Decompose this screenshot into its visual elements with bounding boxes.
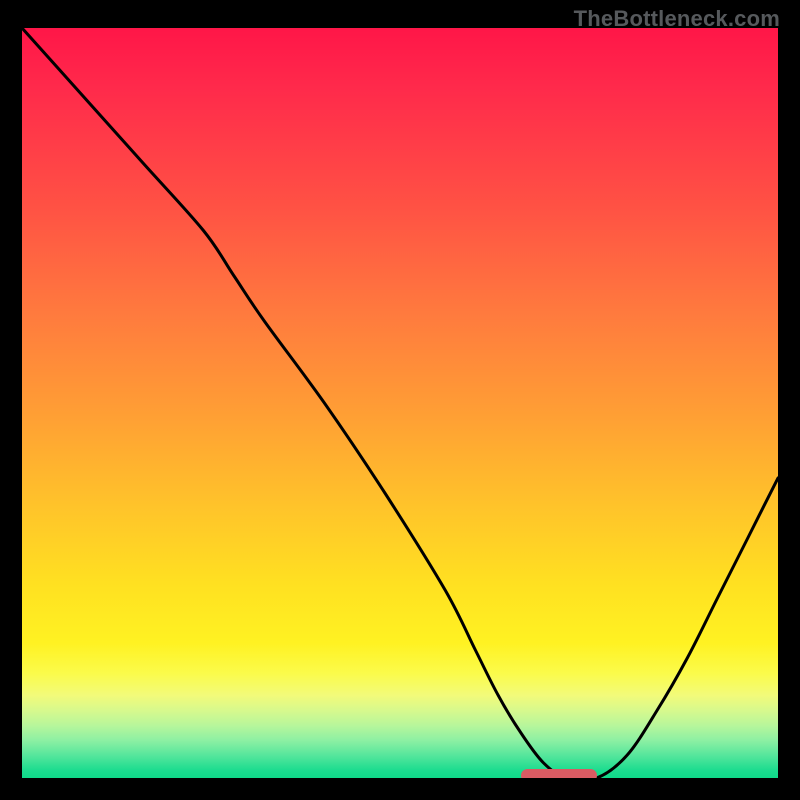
bottleneck-curve — [22, 28, 778, 778]
optimal-range-marker — [521, 769, 597, 778]
watermark-text: TheBottleneck.com — [574, 6, 780, 32]
plot-area — [22, 28, 778, 778]
chart-stage: TheBottleneck.com — [0, 0, 800, 800]
